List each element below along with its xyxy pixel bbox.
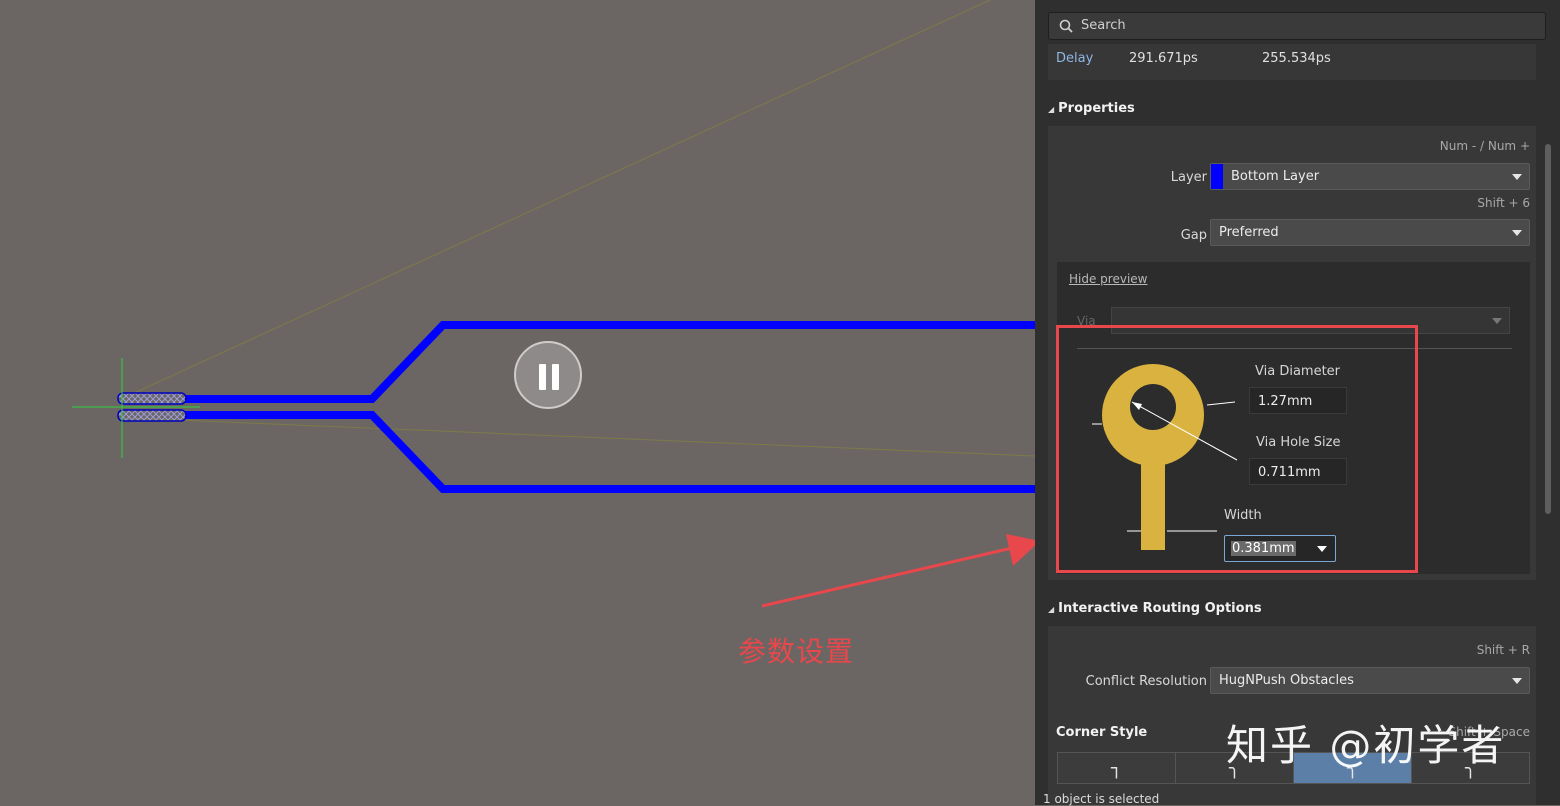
conflict-label: Conflict Resolution xyxy=(1085,674,1207,689)
annotation-arrow-head xyxy=(1006,534,1035,566)
pcb-drawing xyxy=(72,0,1035,608)
annotation-arrow-line xyxy=(761,546,1013,608)
pause-icon xyxy=(539,364,546,390)
conflict-dropdown[interactable]: HugNPush Obstacles xyxy=(1210,667,1530,694)
collapse-triangle-icon: ◢ xyxy=(1048,105,1055,114)
search-placeholder: Search xyxy=(1081,18,1126,33)
pad-bottom xyxy=(117,409,187,422)
status-text: 1 object is selected xyxy=(1043,792,1160,806)
search-icon xyxy=(1059,19,1073,33)
layer-value: Bottom Layer xyxy=(1231,169,1320,184)
watermark: 知乎 @初学者 xyxy=(1226,721,1506,770)
scrollbar[interactable] xyxy=(1543,56,1553,786)
layer-hint: Num - / Num + xyxy=(1439,139,1530,153)
routing-title: Interactive Routing Options xyxy=(1058,601,1262,616)
conflict-hint: Shift + R xyxy=(1476,643,1530,657)
scrollbar-thumb[interactable] xyxy=(1545,144,1551,514)
delay-label: Delay xyxy=(1056,51,1094,66)
delay-value-1: 291.671ps xyxy=(1129,51,1198,66)
pcb-canvas[interactable]: 参数设置 xyxy=(0,0,1035,805)
layer-dropdown[interactable]: Bottom Layer xyxy=(1210,163,1530,190)
gap-hint: Shift + 6 xyxy=(1477,196,1530,210)
ratsnest-line-top xyxy=(129,0,991,396)
annotation-highlight-box xyxy=(1056,325,1418,573)
conflict-value: HugNPush Obstacles xyxy=(1219,673,1354,688)
chevron-down-icon xyxy=(1512,174,1522,180)
pause-icon-bar xyxy=(552,364,559,390)
chevron-down-icon xyxy=(1512,678,1522,684)
pause-button[interactable] xyxy=(514,341,582,409)
routing-header[interactable]: ◢ Interactive Routing Options xyxy=(1048,601,1262,616)
properties-title: Properties xyxy=(1058,101,1135,116)
layer-color-swatch xyxy=(1211,164,1223,189)
trace-top xyxy=(185,321,1035,403)
delay-value-2: 255.534ps xyxy=(1262,51,1331,66)
corner-style-label: Corner Style xyxy=(1056,725,1148,740)
annotation-text: 参数设置 xyxy=(738,635,855,668)
search-box[interactable]: Search xyxy=(1048,12,1546,40)
chevron-down-icon xyxy=(1512,230,1522,236)
collapse-triangle-icon: ◢ xyxy=(1048,605,1055,614)
delay-row: Delay 291.671ps 255.534ps xyxy=(1048,44,1536,80)
corner-90-button[interactable]: ┐ xyxy=(1058,753,1176,783)
pad-top xyxy=(117,392,187,405)
ratsnest-line-bottom xyxy=(129,417,1035,457)
layer-label: Layer xyxy=(1170,170,1207,185)
gap-dropdown[interactable]: Preferred xyxy=(1210,219,1530,246)
properties-header[interactable]: ◢ Properties xyxy=(1048,101,1135,116)
gap-value: Preferred xyxy=(1219,225,1279,240)
gap-label: Gap xyxy=(1180,228,1207,243)
corner-90-icon: ┐ xyxy=(1111,757,1122,779)
